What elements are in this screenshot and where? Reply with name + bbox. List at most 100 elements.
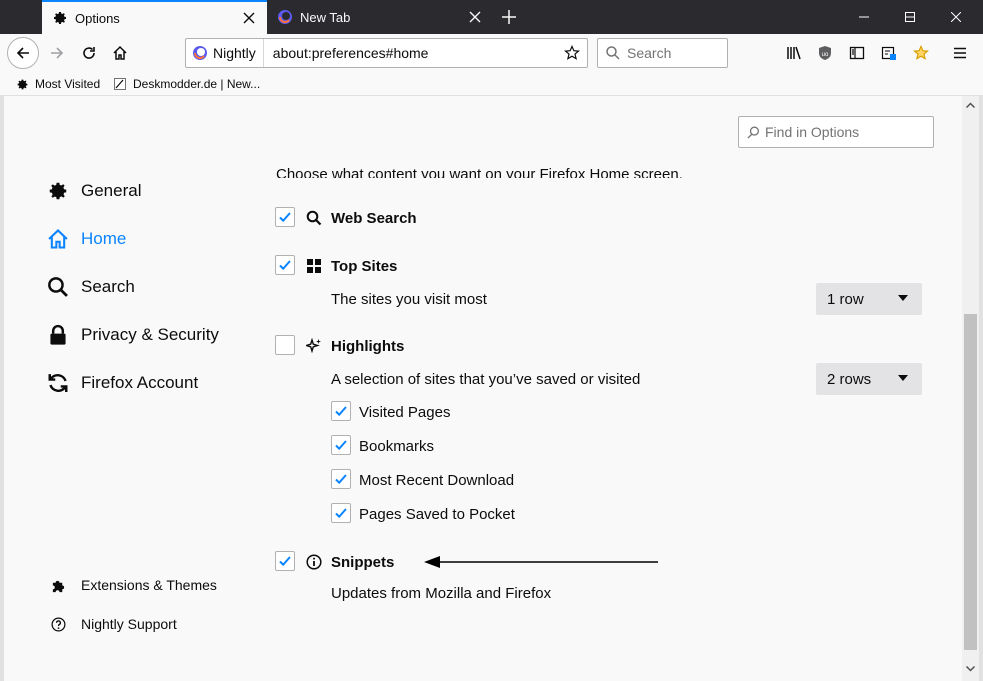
category-label: Home — [81, 229, 127, 248]
new-tab-button[interactable] — [497, 5, 521, 29]
snippets-label: Snippets — [305, 551, 394, 573]
checkmark-icon — [335, 474, 347, 485]
screenshot-icon — [881, 46, 896, 60]
extensions-themes-link[interactable]: Extensions & Themes — [50, 574, 217, 596]
snippets-description: Updates from Mozilla and Firefox — [331, 584, 552, 602]
category-label: General — [81, 181, 142, 200]
search-icon — [305, 210, 323, 226]
ublock-button[interactable]: uo — [810, 38, 840, 68]
gear-icon — [16, 78, 29, 91]
sync-icon — [46, 371, 70, 395]
favorite-star-button[interactable] — [906, 38, 936, 68]
bookmark-most-visited[interactable]: Most Visited — [16, 75, 100, 93]
top-sites-checkbox[interactable] — [275, 255, 295, 275]
category-privacy[interactable]: Privacy & Security — [46, 320, 219, 350]
home-button[interactable] — [105, 38, 135, 68]
sidebar-icon — [849, 46, 865, 60]
web-search-checkbox[interactable] — [275, 207, 295, 227]
url-bar[interactable]: Nightly about:preferences#home — [185, 38, 588, 68]
puzzle-icon — [50, 578, 66, 593]
url-text[interactable]: about:preferences#home — [273, 45, 557, 61]
pocket-checkbox[interactable] — [331, 503, 351, 523]
tab-title: New Tab — [300, 9, 351, 25]
home-icon — [46, 227, 70, 251]
checkmark-icon — [335, 406, 347, 417]
scroll-down-icon[interactable] — [962, 660, 979, 677]
maximize-icon — [905, 12, 915, 22]
bookmark-label: Most Visited — [35, 77, 101, 91]
category-label: Search — [81, 277, 135, 296]
visited-pages-label: Visited Pages — [359, 403, 451, 421]
snippets-checkbox[interactable] — [275, 551, 295, 571]
highlights-checkbox[interactable] — [275, 335, 295, 355]
checkmark-icon — [279, 260, 291, 271]
lock-icon — [46, 323, 70, 347]
chevron-down-icon — [898, 375, 908, 381]
bookmarks-toolbar: Most Visited Deskmodder.de | New... — [0, 72, 983, 96]
checkmark-icon — [335, 508, 347, 519]
annotation-arrow — [424, 556, 658, 568]
select-value: 2 rows — [827, 370, 872, 388]
star-icon — [913, 45, 929, 60]
minimize-icon — [859, 16, 869, 18]
page-icon — [113, 77, 127, 91]
checkmark-icon — [335, 440, 347, 451]
bookmark-deskmodder[interactable]: Deskmodder.de | New... — [113, 75, 260, 93]
forward-button[interactable] — [42, 38, 72, 68]
ublock-icon: uo — [819, 46, 831, 60]
highlights-rows-select[interactable]: 2 rows — [816, 363, 922, 395]
top-sites-description: The sites you visit most — [331, 290, 487, 308]
tab-title: Options — [75, 10, 120, 26]
help-icon — [50, 617, 66, 632]
close-tab-icon[interactable] — [237, 6, 261, 30]
most-recent-download-checkbox[interactable] — [331, 469, 351, 489]
identity-box[interactable]: Nightly — [186, 39, 264, 67]
library-button[interactable] — [779, 38, 809, 68]
chevron-down-icon — [898, 295, 908, 301]
pocket-label: Pages Saved to Pocket — [359, 505, 515, 523]
back-button[interactable] — [7, 37, 39, 69]
top-sites-label: Top Sites — [305, 255, 397, 277]
bookmarks-label: Bookmarks — [359, 437, 435, 455]
category-firefox-account[interactable]: Firefox Account — [46, 368, 198, 398]
checkmark-icon — [279, 556, 291, 567]
visited-pages-checkbox[interactable] — [331, 401, 351, 421]
arrow-right-icon — [51, 47, 64, 59]
reload-icon — [83, 47, 95, 59]
identity-label: Nightly — [213, 45, 256, 61]
category-home[interactable]: Home — [46, 224, 126, 254]
category-general[interactable]: General — [46, 176, 141, 206]
reload-button[interactable] — [74, 38, 104, 68]
close-tab-icon[interactable] — [463, 5, 487, 29]
minimize-button[interactable] — [841, 0, 887, 34]
search-bar[interactable]: Search — [597, 38, 728, 68]
arrow-left-icon — [16, 47, 29, 59]
bookmarks-checkbox[interactable] — [331, 435, 351, 455]
extension-button[interactable] — [874, 38, 904, 68]
close-window-button[interactable] — [933, 0, 979, 34]
scroll-up-icon[interactable] — [962, 96, 979, 113]
find-in-options-input[interactable]: Find in Options — [738, 116, 934, 148]
gear-icon — [46, 179, 70, 203]
category-label: Firefox Account — [81, 373, 199, 392]
bookmark-star-icon[interactable] — [557, 45, 587, 61]
menu-button[interactable] — [945, 38, 975, 68]
hamburger-icon — [954, 47, 966, 59]
link-label: Nightly Support — [81, 616, 177, 632]
page-scrollbar[interactable] — [962, 96, 979, 681]
sidebar-button[interactable] — [842, 38, 872, 68]
category-search[interactable]: Search — [46, 272, 135, 302]
tab-new-tab[interactable]: New Tab — [267, 0, 493, 34]
nav-toolbar: Nightly about:preferences#home Search uo — [0, 34, 983, 72]
search-icon — [606, 46, 620, 60]
tab-options[interactable]: Options — [42, 0, 267, 34]
preferences-page: Find in Options General Home Search Priv… — [4, 96, 962, 681]
info-icon — [305, 554, 323, 570]
maximize-button[interactable] — [887, 0, 933, 34]
scroll-thumb[interactable] — [964, 314, 977, 650]
sparkle-icon — [305, 338, 323, 354]
highlights-label: Highlights — [305, 335, 404, 357]
top-sites-rows-select[interactable]: 1 row — [816, 283, 922, 315]
nightly-support-link[interactable]: Nightly Support — [50, 613, 177, 635]
grid-icon — [305, 259, 323, 273]
